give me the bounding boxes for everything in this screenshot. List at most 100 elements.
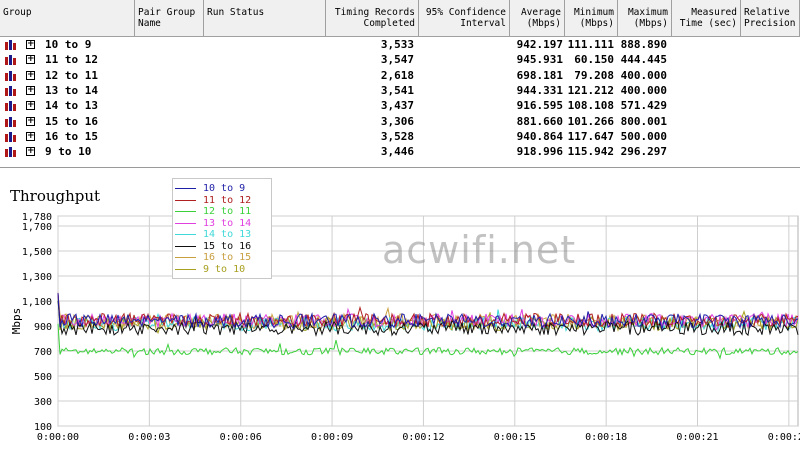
column-header[interactable]: Measured Time (sec) (672, 0, 741, 36)
column-header[interactable]: Average (Mbps) (510, 0, 565, 36)
y-tick-label: 1,700 (22, 222, 52, 233)
legend-swatch (175, 199, 196, 201)
pair-group-icon (5, 40, 16, 50)
chart-legend: 10 to 9 11 to 12 12 to 11 13 to 14 14 to 13 1… (172, 178, 272, 279)
group-name: 14 to 13 (45, 99, 98, 113)
cell-avg: 698.181 (516, 68, 563, 82)
legend-item[interactable]: 10 to 9 (175, 183, 271, 194)
column-header[interactable]: 95% Confidence Interval (419, 0, 510, 36)
cell-min: 121.212 (567, 83, 614, 97)
table-row[interactable]: +9 to 10 3,446 918.996 115.942 296.297 (0, 144, 800, 159)
y-tick-label: 500 (34, 372, 52, 383)
legend-swatch (175, 257, 196, 258)
pair-group-icon (5, 101, 16, 112)
legend-label: 10 to 9 (203, 183, 246, 194)
column-header-line1: Average (520, 7, 561, 18)
group-name: 10 to 9 (45, 38, 92, 51)
column-header[interactable]: Timing Records Completed (326, 0, 419, 36)
expand-plus-icon[interactable]: + (26, 101, 35, 111)
expand-plus-icon[interactable]: + (26, 70, 35, 80)
cell-min: 79.208 (574, 68, 614, 82)
column-header[interactable]: Relative Precision (741, 0, 800, 36)
throughput-chart: 1003005007009001,1001,3001,5001,7001,780… (10, 212, 800, 443)
cell-records: 3,437 (380, 99, 414, 113)
expand-plus-icon[interactable]: + (26, 55, 35, 65)
pair-group-icon (5, 131, 16, 142)
table-row[interactable]: +10 to 9 3,533 942.197 111.111 888.890 (0, 37, 800, 52)
legend-item[interactable]: 16 to 15 (175, 252, 271, 263)
cell-min: 101.266 (567, 114, 614, 128)
expand-plus-icon[interactable]: + (26, 40, 35, 49)
legend-item[interactable]: 15 to 16 (175, 241, 271, 252)
cell-avg: 916.595 (516, 99, 563, 113)
legend-item[interactable]: 13 to 14 (175, 218, 271, 229)
column-header-line1: Measured (691, 7, 737, 18)
pair-group-icon (5, 116, 16, 127)
column-header[interactable]: Group (0, 0, 135, 36)
cell-min: 111.111 (567, 38, 614, 51)
column-header-line2: Time (sec) (679, 18, 737, 29)
cell-records: 3,547 (380, 53, 414, 67)
column-header-line2: (Mbps) (526, 18, 561, 29)
column-header-line2: (Mbps) (633, 18, 668, 29)
table-row[interactable]: +14 to 13 3,437 916.595 108.108 571.429 (0, 98, 800, 113)
cell-avg: 942.197 (516, 38, 563, 51)
group-name: 9 to 10 (45, 145, 92, 159)
column-header-line2: (Mbps) (579, 18, 614, 29)
cell-max: 400.000 (620, 83, 667, 97)
cell-max: 444.445 (620, 53, 667, 67)
group-name: 11 to 12 (45, 53, 98, 67)
legend-item[interactable]: 12 to 11 (175, 206, 271, 217)
cell-max: 400.000 (620, 68, 667, 82)
legend-label: 13 to 14 (203, 217, 252, 229)
column-header-line2: Run Status (207, 7, 265, 18)
cell-max: 888.890 (620, 38, 667, 51)
x-tick-label: 0:00:09 (311, 432, 353, 443)
column-header[interactable]: Run Status (204, 0, 326, 36)
cell-avg: 940.864 (516, 129, 563, 143)
x-tick-label: 0:00:18 (585, 432, 627, 443)
legend-swatch (175, 188, 196, 189)
column-header-line2: Group (3, 7, 32, 18)
x-tick-label: 0:00:21 (676, 432, 718, 443)
column-header-line1: Pair Group (138, 7, 196, 18)
y-tick-label: 300 (34, 397, 52, 408)
expand-plus-icon[interactable]: + (26, 85, 35, 95)
pair-group-icon (5, 147, 16, 158)
legend-item[interactable]: 9 to 10 (175, 264, 271, 275)
cell-avg: 918.996 (516, 145, 563, 159)
pair-group-icon (5, 70, 16, 81)
cell-records: 3,306 (380, 114, 414, 128)
table-row[interactable]: +13 to 14 3,541 944.331 121.212 400.000 (0, 83, 800, 98)
column-header-line1: Minimum (573, 7, 614, 18)
chart-title: Throughput (10, 187, 101, 205)
cell-min: 60.150 (574, 53, 614, 67)
expand-plus-icon[interactable]: + (26, 131, 35, 141)
expand-plus-icon[interactable]: + (26, 116, 35, 126)
cell-records: 3,528 (380, 129, 414, 143)
table-row[interactable]: +16 to 15 3,528 940.864 117.647 500.000 (0, 129, 800, 144)
column-header-line2: Precision (744, 18, 796, 29)
group-name: 16 to 15 (45, 129, 98, 143)
table-row[interactable]: +15 to 16 3,306 881.660 101.266 800.001 (0, 114, 800, 129)
expand-plus-icon[interactable]: + (26, 147, 35, 157)
x-tick-label: 0:00:12 (402, 432, 444, 443)
table-row[interactable]: +12 to 11 2,618 698.181 79.208 400.000 (0, 68, 800, 83)
y-tick-label: 700 (34, 347, 52, 358)
cell-max: 296.297 (620, 145, 667, 159)
column-header[interactable]: Pair Group Name (135, 0, 204, 36)
results-table: Group Pair Group Name Run Status Timing Reco… (0, 0, 800, 168)
watermark-text: acwifi.net (382, 228, 577, 272)
column-header[interactable]: Minimum (Mbps) (565, 0, 618, 36)
legend-label: 14 to 13 (203, 229, 252, 240)
legend-item[interactable]: 11 to 12 (175, 195, 271, 206)
table-row[interactable]: +11 to 12 3,547 945.931 60.150 444.445 (0, 52, 800, 67)
legend-label: 15 to 16 (203, 240, 252, 252)
table-header: Group Pair Group Name Run Status Timing Reco… (0, 0, 800, 37)
column-header[interactable]: Maximum (Mbps) (618, 0, 672, 36)
cell-min: 117.647 (567, 129, 614, 143)
pair-group-icon (5, 85, 16, 96)
group-name: 12 to 11 (45, 68, 98, 82)
legend-item[interactable]: 14 to 13 (175, 229, 271, 240)
cell-records: 3,533 (380, 38, 414, 51)
